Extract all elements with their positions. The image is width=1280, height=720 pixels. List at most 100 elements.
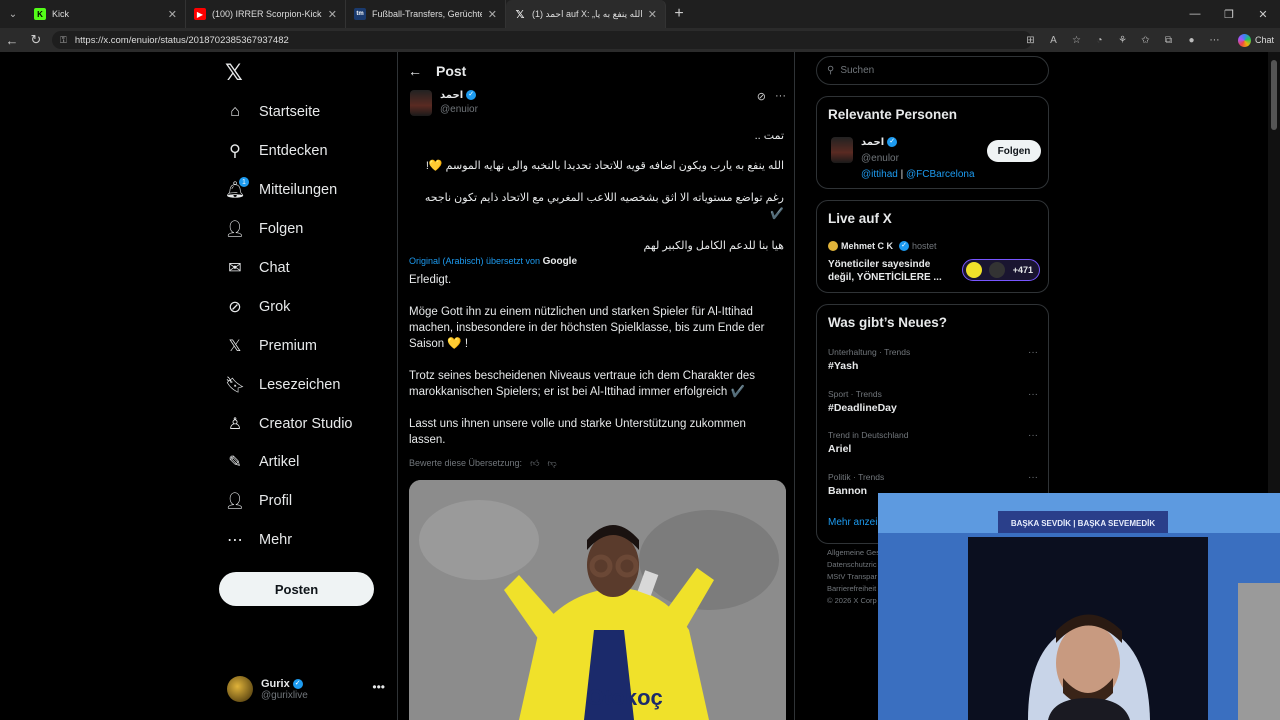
profile-avatar-icon[interactable]: ●	[1180, 35, 1203, 46]
footer-links: Allgemeine Ges Datenschutzric MStV Trans…	[827, 547, 880, 607]
rate-label: Bewerte diese Übersetzung:	[409, 458, 523, 468]
reload-icon[interactable]: ↻	[24, 32, 48, 48]
verified-icon: ✓	[899, 241, 910, 251]
trend-item[interactable]: Unterhaltung · Trends #Yash ···	[828, 347, 1038, 372]
sidebar-item-grok[interactable]: ⊘ Grok	[225, 292, 290, 322]
app-available-icon[interactable]: ⊞	[1019, 35, 1042, 46]
read-aloud-icon[interactable]: A	[1042, 35, 1065, 46]
footer-link[interactable]: Allgemeine Ges	[827, 547, 880, 559]
tab-actions-menu[interactable]: ⌄	[0, 0, 26, 28]
avatar[interactable]	[410, 90, 432, 116]
account-switcher[interactable]: Gurix ✓ @gurixlive •••	[227, 672, 387, 706]
tab-title: Fußball-Transfers, Gerüchte, Markt	[372, 9, 482, 19]
close-icon[interactable]: ✕	[488, 8, 497, 21]
google-logo: Google	[542, 256, 578, 267]
author-name[interactable]: احمد	[440, 90, 463, 101]
account-handle: @gurixlive	[261, 689, 308, 701]
avatar	[227, 676, 253, 702]
sidebar-item-folgen[interactable]: 👤︎ Folgen	[225, 214, 304, 244]
sidebar-item-entdecken[interactable]: ⚲ Entdecken	[225, 136, 327, 166]
card-title: Live auf X	[828, 211, 892, 226]
post-image[interactable]: Otokoç	[409, 480, 786, 720]
thumbs-down-icon[interactable]: 👎︎	[547, 458, 556, 469]
more-icon[interactable]: ···	[1028, 347, 1038, 358]
favorite-star-icon[interactable]: ☆	[1065, 35, 1088, 46]
sidebar-item-premium[interactable]: 𝕏 Premium	[225, 331, 317, 361]
bio-link[interactable]: @ittihad	[861, 169, 898, 180]
sidebar-item-chat[interactable]: ✉ Chat	[225, 253, 289, 283]
browser-tab-kick[interactable]: K Kick ✕	[26, 0, 186, 28]
site-info-icon[interactable]: ⚿	[60, 35, 67, 46]
browser-tab-x[interactable]: 𝕏 (1) احمد auf X: „تمت .. الله ينفع به ي…	[506, 0, 666, 28]
sidebar-item-startseite[interactable]: ⌂ Startseite	[225, 97, 320, 127]
thumbs-up-icon[interactable]: 👍︎	[530, 458, 539, 469]
scrollbar-thumb[interactable]	[1271, 60, 1277, 130]
favorites-icon[interactable]: ✩	[1134, 35, 1157, 46]
new-tab-button[interactable]: +	[666, 5, 692, 23]
more-circle-icon: ⋯	[227, 532, 243, 549]
sidebar-item-label: Profil	[259, 493, 293, 509]
sidebar-item-lesezeichen[interactable]: 🔖︎ Lesezeichen	[225, 370, 341, 400]
footer-link[interactable]: MStV Transpar	[827, 571, 880, 583]
verified-icon: ✓	[292, 678, 303, 689]
sidebar-item-label: Mitteilungen	[259, 182, 338, 198]
browser-tab-transfermarkt[interactable]: tm Fußball-Transfers, Gerüchte, Markt ✕	[346, 0, 506, 28]
sidebar-item-profil[interactable]: 👤︎ Profil	[225, 486, 292, 516]
post-button[interactable]: Posten	[219, 572, 374, 606]
restore-icon[interactable]: ❐	[1212, 0, 1246, 28]
account-name: Gurix	[261, 677, 290, 690]
x-logo-icon[interactable]: 𝕏	[225, 60, 243, 86]
more-icon[interactable]: ···	[1028, 430, 1038, 441]
search-input[interactable]: Suchen	[840, 65, 874, 76]
footer-link[interactable]: Datenschutzric	[827, 559, 880, 571]
sidebar-item-creator-studio[interactable]: ♙ Creator Studio	[225, 409, 353, 439]
live-host: Mehmet C K ✓ hostet	[828, 241, 937, 251]
more-icon[interactable]: ···	[775, 90, 786, 102]
translation-note-text: Original (Arabisch) übersetzt von	[409, 256, 541, 266]
post-text-arabic: تمت ..	[754, 130, 784, 142]
minimize-icon[interactable]: —	[1178, 0, 1212, 28]
extensions-puzzle-icon[interactable]: ⚘	[1111, 35, 1134, 46]
show-more-link[interactable]: Mehr anzei	[828, 517, 877, 528]
sidebar-item-mitteilungen[interactable]: 🔔︎ 1 Mitteilungen	[225, 175, 337, 205]
back-icon[interactable]: ←	[0, 33, 24, 48]
left-sidebar: 𝕏 ⌂ Startseite ⚲ Entdecken 🔔︎ 1 Mitteilungen 👤︎…	[215, 52, 395, 720]
footer-copyright: © 2026 X Corp	[827, 596, 877, 605]
back-arrow-icon[interactable]: ←	[398, 63, 432, 79]
address-bar[interactable]: ⚿ https://x.com/enuior/status/2018702385…	[52, 31, 1032, 49]
rate-translation: Bewerte diese Übersetzung: 👍︎ 👎︎	[409, 458, 557, 469]
author-handle[interactable]: @enuior	[440, 104, 478, 115]
more-icon[interactable]: ···	[1028, 389, 1038, 400]
search-box[interactable]: ⚲ Suchen	[816, 56, 1049, 85]
avatar[interactable]	[831, 137, 853, 163]
wall-banner-text: BAŞKA SEVDİK | BAŞKA SEVEMEDİK	[1011, 519, 1156, 528]
close-icon[interactable]: ✕	[168, 8, 177, 21]
more-icon[interactable]: •••	[372, 680, 385, 694]
trend-item[interactable]: Trend in Deutschland Ariel ···	[828, 430, 1038, 455]
post-text-arabic: الله ينفع به يارب ويكون اضافه قويه للاتح…	[425, 160, 784, 172]
sidebar-item-artikel[interactable]: ✎ Artikel	[225, 447, 299, 477]
webcam-overlay: BAŞKA SEVDİK | BAŞKA SEVEMEDİK	[878, 493, 1280, 720]
window-controls: — ❐ ✕	[1178, 0, 1280, 28]
tab-title: (1) احمد auf X: „تمت .. الله ينفع به يا	[532, 8, 642, 19]
browser-tab-youtube[interactable]: ▶ (100) IRRER Scorpion-Kick zum Ca ✕	[186, 0, 346, 28]
copilot-chat-button[interactable]: Chat	[1237, 31, 1274, 49]
grok-icon[interactable]: ⊘	[757, 90, 766, 103]
trend-item[interactable]: Sport · Trends #DeadlineDay ···	[828, 389, 1038, 414]
listener-avatar	[989, 262, 1005, 278]
close-window-icon[interactable]: ✕	[1246, 0, 1280, 28]
sidebar-item-mehr[interactable]: ⋯ Mehr	[225, 525, 292, 555]
live-on-x-card[interactable]: Live auf X Mehmet C K ✓ hostet Yöneticil…	[816, 200, 1049, 293]
person-name[interactable]: احمد	[861, 137, 884, 148]
collections-icon[interactable]: ⧉	[1157, 35, 1180, 46]
follow-button[interactable]: Folgen	[987, 140, 1041, 162]
close-icon[interactable]: ✕	[328, 8, 337, 21]
tab-title: Kick	[52, 9, 70, 19]
extension-icon[interactable]: ◔	[1088, 35, 1111, 46]
close-icon[interactable]: ✕	[648, 8, 657, 21]
bio-link[interactable]: @FCBarcelona	[906, 169, 975, 180]
more-icon[interactable]: ···	[1028, 472, 1038, 483]
browser-menu-icon[interactable]: ⋯	[1203, 35, 1226, 46]
browser-extension-icons: ⊞ A ☆ ◔ ⚘ ✩ ⧉ ● ⋯	[1019, 28, 1226, 52]
footer-link[interactable]: Barrierefreiheit	[827, 583, 880, 595]
